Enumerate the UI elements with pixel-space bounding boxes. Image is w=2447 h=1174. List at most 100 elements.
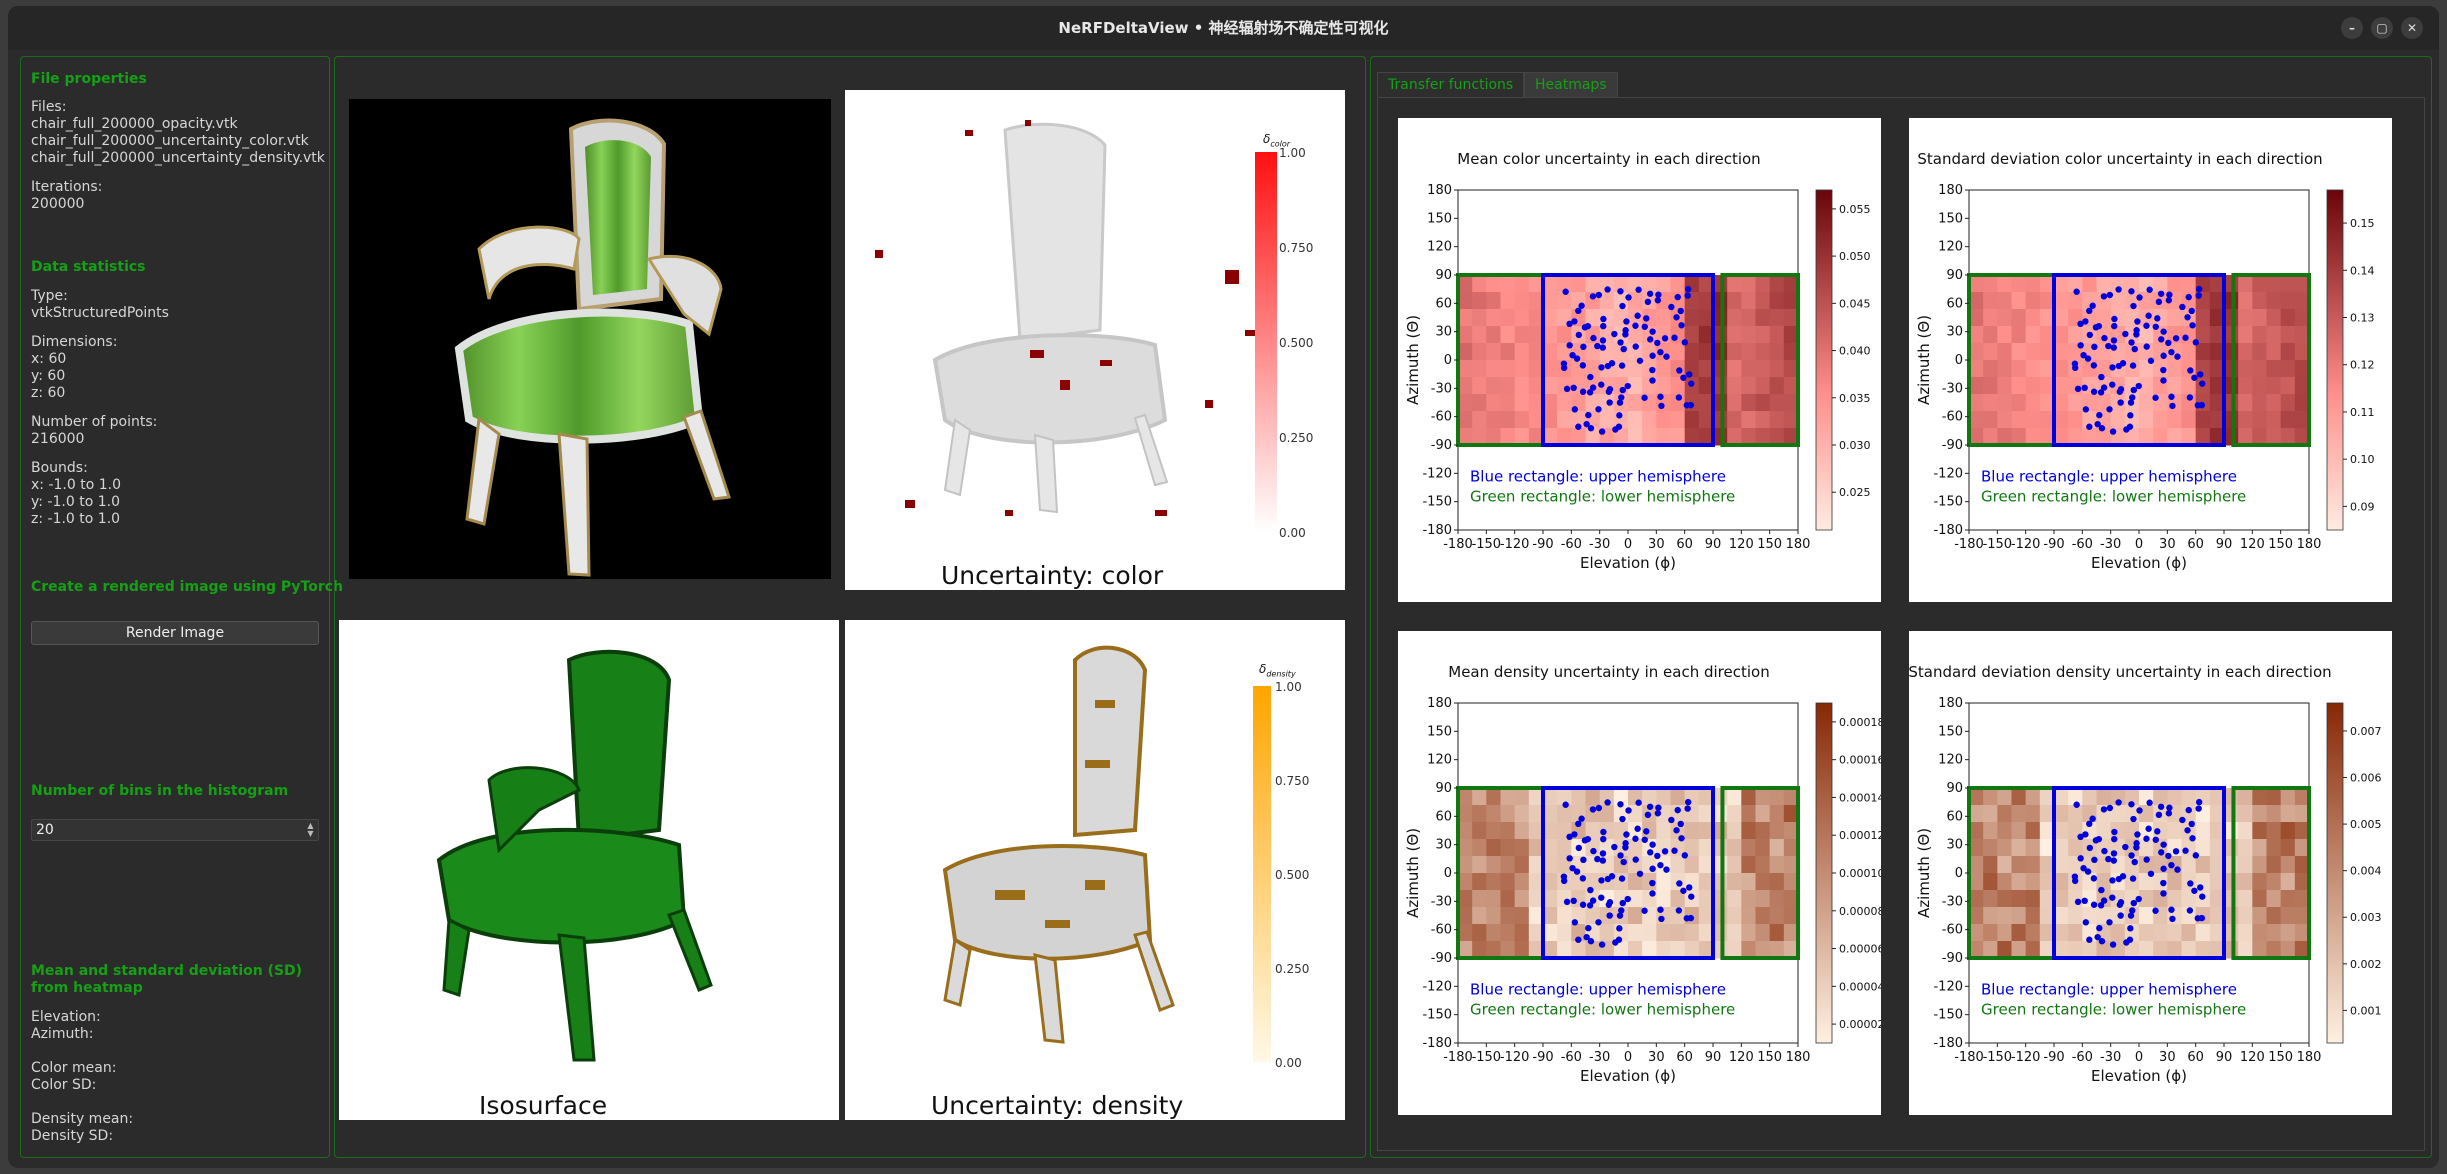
heatmap-figure[interactable]: Mean density uncertainty in each directi… <box>1398 631 1885 1115</box>
x-tick-label: -90 <box>2043 537 2064 552</box>
heatmap-cell <box>2011 428 2027 446</box>
heatmap-cell <box>1557 411 1572 429</box>
points-value: 216000 <box>31 431 85 447</box>
y-tick-label: 90 <box>1946 268 1963 283</box>
heatmap-cell <box>2025 805 2041 823</box>
sample-point <box>2168 906 2175 913</box>
rendered-chair-view[interactable] <box>349 99 831 579</box>
sample-point <box>2110 337 2118 344</box>
heatmap-cell <box>2167 941 2182 959</box>
heatmap-cell <box>2280 326 2296 344</box>
sample-point <box>1680 887 1687 894</box>
heatmap-cell <box>2011 805 2027 823</box>
sample-point <box>2186 394 2194 401</box>
heatmap-cell <box>2252 890 2267 908</box>
x-tick-label: -150 <box>1983 1050 2013 1065</box>
x-tick-label: -180 <box>1954 1050 1984 1065</box>
sample-point <box>2191 887 2198 894</box>
heatmap-figure[interactable]: Mean color uncertainty in each direction… <box>1398 118 1881 602</box>
tab-heatmaps[interactable]: Heatmaps <box>1524 72 1618 98</box>
heatmap-cell <box>2280 411 2296 429</box>
sample-point <box>1566 342 1573 349</box>
maximize-button[interactable]: ▢ <box>2371 17 2393 39</box>
color-bar-tick: 0.750 <box>1279 241 1314 255</box>
density-uncertainty-view[interactable]: δdensity 1.00 0.750 0.500 0.250 0.00 Unc… <box>845 620 1345 1120</box>
sample-point <box>2160 377 2167 384</box>
heatmap-cell <box>1543 275 1558 293</box>
x-tick-label: 180 <box>1786 1050 1811 1065</box>
render-image-button[interactable]: Render Image <box>31 621 319 645</box>
color-uncertainty-view[interactable]: δcolor 1.00 0.750 0.500 0.250 0.00 Uncer… <box>845 90 1345 590</box>
sample-point <box>2109 941 2117 948</box>
heatmap-cell <box>2224 411 2239 429</box>
heatmap-figure[interactable]: Standard deviation color uncertainty in … <box>1909 118 2392 602</box>
heatmap-cell <box>1983 343 1998 361</box>
heatmap-cell <box>1543 839 1558 857</box>
sample-point <box>2127 412 2134 419</box>
heatmap-cell <box>1514 292 1530 310</box>
tab-transfer-functions[interactable]: Transfer functions <box>1377 72 1525 98</box>
sample-point <box>1617 801 1624 808</box>
sample-point <box>1599 850 1607 857</box>
isosurface-view[interactable]: Isosurface <box>339 620 839 1120</box>
heatmap-cell <box>2025 873 2041 891</box>
heatmap-cell <box>2195 856 2211 874</box>
heatmap-cell <box>2224 360 2239 378</box>
heatmap-cell <box>1486 805 1501 823</box>
sample-point <box>2160 841 2167 848</box>
heatmap-cell <box>1727 377 1742 395</box>
heatmap-cell <box>2280 788 2296 806</box>
y-tick-label: -90 <box>1431 951 1452 966</box>
sample-point <box>1595 406 1602 413</box>
sample-point <box>2130 302 2137 310</box>
density-bar-tick: 0.500 <box>1275 868 1310 882</box>
density-bar-tick: 0.750 <box>1275 774 1310 788</box>
y-tick-label: -60 <box>1942 923 1963 938</box>
dimension-x: x: 60 <box>31 351 67 367</box>
heatmap-cell <box>2167 890 2182 908</box>
sample-point <box>1636 870 1644 877</box>
y-tick-label: 120 <box>1427 753 1452 768</box>
heatmap-cell <box>1543 822 1558 840</box>
sample-point <box>2089 302 2096 309</box>
x-tick-label: 120 <box>1729 537 1754 552</box>
sample-point <box>2119 873 2127 880</box>
sample-point <box>2174 866 2181 873</box>
heatmap-cell <box>1713 856 1728 874</box>
heatmap-cell <box>2252 941 2267 959</box>
x-tick-label: -120 <box>1500 537 1530 552</box>
sample-point <box>2194 402 2202 409</box>
heatmap-cell <box>1684 428 1700 446</box>
heatmap-cell <box>1755 411 1771 429</box>
heatmap-cell <box>1571 788 1586 806</box>
legend-green-text: Green rectangle: lower hemisphere <box>1981 1000 2246 1018</box>
heatmap-cell <box>1983 394 1998 412</box>
heatmap-cell <box>1997 839 2012 857</box>
heatmap-cell <box>2068 924 2083 942</box>
heatmap-cell <box>1458 309 1473 327</box>
color-bar-tick: 0.500 <box>1279 336 1314 350</box>
sample-point <box>1649 366 1656 374</box>
heatmap-cell <box>1713 924 1728 942</box>
heatmap-cell <box>1500 941 1516 959</box>
sample-point <box>2179 303 2186 311</box>
spin-arrows-icon[interactable]: ▲ ▼ <box>305 822 316 838</box>
heatmap-cell <box>2011 411 2027 429</box>
heatmap-cell <box>2068 839 2083 857</box>
heatmap-cell <box>1628 292 1643 310</box>
heatmap-cell <box>1628 924 1643 942</box>
sample-point <box>2074 898 2082 906</box>
bins-spinbox[interactable]: 20 ▲ ▼ <box>31 819 319 841</box>
heatmap-cell <box>1486 873 1501 891</box>
heatmap-figure[interactable]: Standard deviation density uncertainty i… <box>1908 631 2392 1115</box>
heatmap-cell <box>1997 292 2012 310</box>
heatmap-cell <box>2181 856 2197 874</box>
minimize-button[interactable]: – <box>2341 17 2363 39</box>
sample-point <box>2199 380 2206 387</box>
close-button[interactable]: ✕ <box>2401 17 2423 39</box>
sample-point <box>2110 344 2118 351</box>
y-tick-label: 90 <box>1946 781 1963 796</box>
colorbar-tick-label: 0.00012 <box>1839 829 1881 842</box>
sample-point <box>1657 393 1664 400</box>
heatmap-cell <box>1543 924 1558 942</box>
